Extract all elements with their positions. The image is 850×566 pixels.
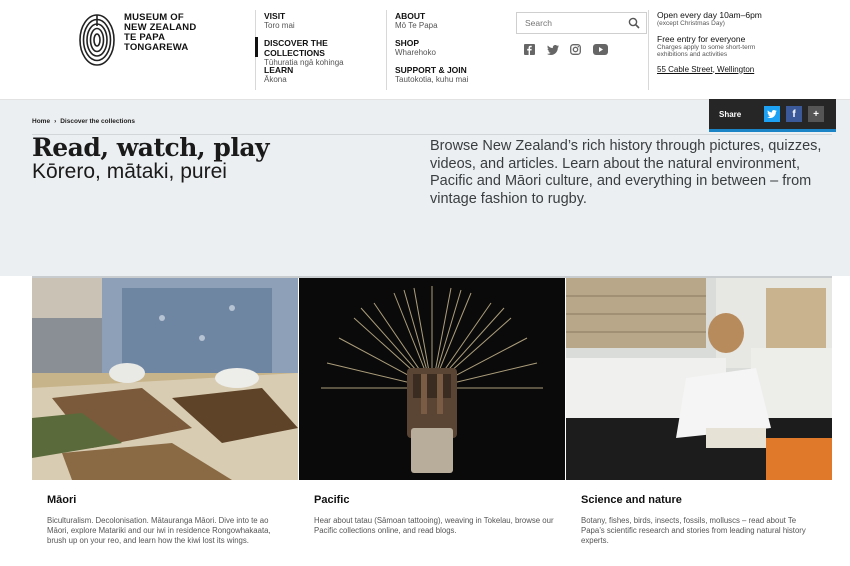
intro-text: Browse New Zealand’s rich history throug…	[430, 138, 822, 207]
opening-hours: Open every day 10am–6pm	[657, 10, 762, 20]
card-science-nature[interactable]: Science and nature Botany, fishes, birds…	[566, 278, 832, 566]
chevron-right-icon: ›	[54, 118, 57, 125]
page-title-maori: Kōrero, mātaki, purei	[32, 160, 227, 183]
site-logo[interactable]: MUSEUM OF NEW ZEALAND TE PAPA TONGAREWA	[78, 12, 218, 68]
plus-icon: +	[813, 108, 819, 120]
card-description: Hear about tatau (Sāmoan tattooing), wea…	[314, 516, 554, 535]
nav-learn[interactable]: LEARN Ākona	[264, 65, 384, 84]
nav-shop[interactable]: SHOP Wharehoko	[395, 38, 515, 57]
card-description: Biculturalism. Decolonisation. Mātaurang…	[47, 516, 271, 545]
search-icon[interactable]	[628, 17, 640, 29]
card-image-pacific	[299, 278, 565, 480]
card-title[interactable]: Māori	[47, 494, 76, 506]
entry-info: Free entry for everyone	[657, 33, 746, 44]
card-maori[interactable]: Māori Biculturalism. Decolonisation. Māt…	[32, 278, 298, 566]
nav-discover-collections[interactable]: DISCOVER THE COLLECTIONS Tūhuratia ngā k…	[255, 37, 384, 67]
page-title: Read, watch, play	[32, 133, 270, 162]
instagram-icon[interactable]	[570, 42, 581, 55]
breadcrumb-home[interactable]: Home	[32, 118, 50, 125]
twitter-icon[interactable]	[547, 42, 559, 55]
card-description: Botany, fishes, birds, insects, fossils,…	[581, 516, 806, 545]
search-box	[516, 12, 647, 34]
twitter-icon	[767, 110, 777, 118]
share-more-button[interactable]: +	[808, 106, 824, 122]
facebook-icon: f	[792, 108, 796, 120]
main-nav-column-1: VISIT Toro mai DISCOVER THE COLLECTIONS …	[255, 10, 385, 90]
collection-cards: Māori Biculturalism. Decolonisation. Māt…	[32, 276, 832, 566]
breadcrumb: Home › Discover the collections	[32, 118, 135, 125]
share-facebook-button[interactable]: f	[786, 106, 802, 122]
share-twitter-button[interactable]	[764, 106, 780, 122]
main-nav-column-2: ABOUT Mō Te Papa SHOP Wharehoko SUPPORT …	[386, 10, 511, 90]
search-input[interactable]	[517, 13, 617, 33]
logo-wordmark: MUSEUM OF NEW ZEALAND TE PAPA TONGAREWA	[124, 12, 197, 53]
address-link[interactable]: 55 Cable Street, Wellington	[657, 65, 848, 75]
card-image-science	[566, 278, 832, 480]
breadcrumb-current[interactable]: Discover the collections	[60, 118, 135, 125]
visitor-info: Open every day 10am–6pm (except Christma…	[648, 10, 848, 90]
nav-visit[interactable]: VISIT Toro mai	[264, 11, 384, 30]
share-bar: Share f +	[709, 99, 836, 132]
card-title[interactable]: Pacific	[314, 494, 349, 506]
fingerprint-icon	[79, 14, 115, 66]
card-pacific[interactable]: Pacific Hear about tatau (Sāmoan tattooi…	[299, 278, 565, 566]
youtube-icon[interactable]	[593, 42, 608, 55]
card-image-maori	[32, 278, 298, 480]
nav-about[interactable]: ABOUT Mō Te Papa	[395, 11, 515, 30]
nav-support-join[interactable]: SUPPORT & JOIN Tautokotia, kuhu mai	[395, 65, 515, 84]
share-label: Share	[719, 110, 742, 119]
site-header: MUSEUM OF NEW ZEALAND TE PAPA TONGAREWA …	[0, 0, 850, 100]
social-links	[524, 42, 608, 55]
facebook-icon[interactable]	[524, 42, 535, 55]
card-title[interactable]: Science and nature	[581, 494, 682, 506]
